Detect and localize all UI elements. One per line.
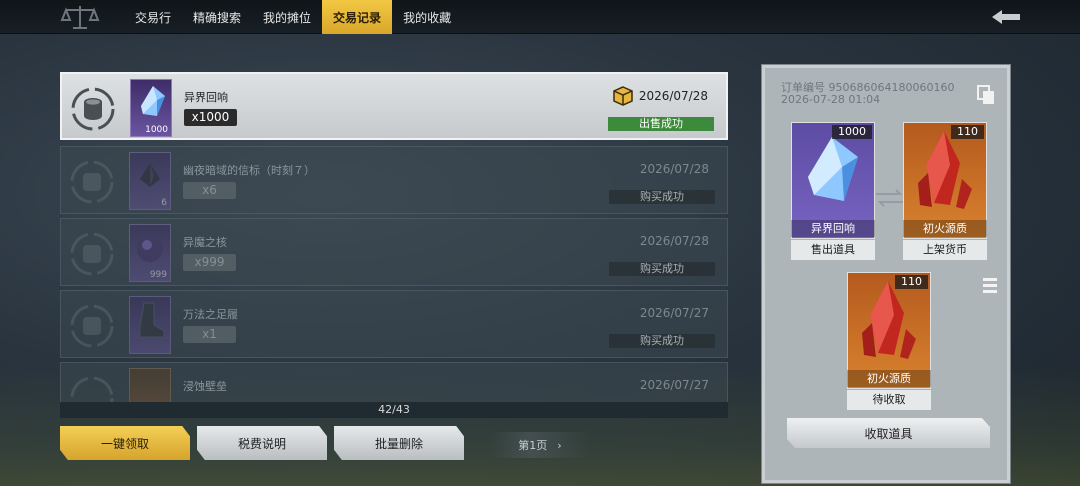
item-name: 异界回响	[184, 91, 228, 104]
item-thumbnail	[129, 296, 171, 354]
item-name: 初火源质	[847, 370, 931, 387]
item-count: x1	[183, 326, 236, 343]
record-date: 2026/07/28	[639, 234, 709, 248]
collect-all-button[interactable]: 一键领取	[60, 426, 190, 460]
item-thumbnail	[129, 368, 171, 402]
collect-item-button[interactable]: 收取道具	[787, 418, 990, 448]
scales-icon	[60, 6, 100, 29]
tab-bar: 交易行 精确搜索 我的摊位 交易记录 我的收藏	[124, 0, 462, 34]
item-name: 异界回响	[791, 220, 875, 237]
trade-record-list[interactable]: 1000 异界回响 x1000 2026/07/28 出售成功 6 幽夜暗域的信…	[60, 72, 728, 402]
item-name: 万法之足履	[183, 308, 238, 321]
item-count: x6	[183, 182, 236, 199]
record-row[interactable]: 999 异魔之核 x999 2026/07/28 购买成功	[60, 218, 728, 286]
sold-item-card: 1000 异界回响 售出道具	[791, 122, 875, 260]
tab-market[interactable]: 交易行	[124, 0, 182, 34]
thumb-quantity: 6	[161, 198, 167, 208]
thumb-quantity: 1000	[145, 125, 168, 135]
item-thumbnail: 1000	[130, 79, 172, 137]
tax-info-button[interactable]: 税费说明	[197, 426, 327, 460]
order-time: 2026-07-28 01:04	[781, 93, 881, 106]
item-name: 初火源质	[903, 220, 987, 237]
beacon-icon	[140, 163, 160, 187]
item-role: 待收取	[847, 390, 931, 410]
swap-arrows-icon	[876, 189, 904, 207]
item-quantity: 1000	[832, 125, 872, 139]
page-navigator[interactable]: 第1页 ›	[490, 432, 590, 458]
item-thumbnail: 999	[129, 224, 171, 282]
record-row[interactable]: 万法之足履 x1 2026/07/27 购买成功	[60, 290, 728, 358]
record-row[interactable]: 1000 异界回响 x1000 2026/07/28 出售成功	[60, 72, 728, 140]
package-box-icon	[613, 86, 633, 106]
coins-exchange-icon	[70, 304, 114, 348]
item-name: 幽夜暗域的信标（时刻７）	[183, 164, 315, 177]
pending-item-card: 110 初火源质 待收取	[847, 272, 931, 410]
chevron-right-icon[interactable]: ›	[557, 439, 561, 452]
item-thumbnail: 6	[129, 152, 171, 210]
order-info: 订单编号 950686064180060160 2026-07-28 01:04	[781, 82, 954, 106]
record-row[interactable]: 浸蚀壁垒 2026/07/27	[60, 362, 728, 402]
item-count: x999	[183, 254, 236, 271]
coins-exchange-icon	[70, 160, 114, 204]
result-badge: 出售成功	[608, 117, 714, 131]
record-date: 2026/07/27	[639, 378, 709, 392]
result-badge: 购买成功	[609, 262, 715, 276]
record-counter: 42/43	[60, 402, 728, 418]
crystal-icon	[141, 86, 165, 116]
back-arrow-icon[interactable]	[990, 8, 1022, 26]
thumb-quantity: 999	[149, 270, 167, 280]
item-role: 售出道具	[791, 240, 875, 260]
item-count: x1000	[184, 109, 237, 126]
item-name: 异魔之核	[183, 236, 227, 249]
tab-my-stall[interactable]: 我的摊位	[252, 0, 322, 34]
item-name: 浸蚀壁垒	[183, 380, 227, 393]
page-label: 第1页	[518, 439, 548, 452]
result-badge: 购买成功	[609, 334, 715, 348]
item-role: 上架货币	[903, 240, 987, 260]
record-date: 2026/07/28	[639, 162, 709, 176]
coins-exchange-icon	[70, 376, 114, 402]
item-quantity: 110	[951, 125, 984, 139]
order-detail-panel: 订单编号 950686064180060160 2026-07-28 01:04…	[762, 65, 1010, 483]
tab-my-favorites[interactable]: 我的收藏	[392, 0, 462, 34]
result-badge: 购买成功	[609, 190, 715, 204]
coins-exchange-icon	[71, 87, 115, 131]
copy-icon[interactable]	[977, 85, 995, 105]
record-date: 2026/07/28	[638, 89, 708, 103]
demon-core-icon	[137, 236, 163, 262]
boots-icon	[139, 302, 165, 338]
tab-trade-records[interactable]: 交易记录	[322, 0, 393, 34]
menu-icon[interactable]	[983, 277, 997, 293]
batch-delete-button[interactable]: 批量删除	[334, 426, 464, 460]
coins-exchange-icon	[70, 232, 114, 276]
record-date: 2026/07/27	[639, 306, 709, 320]
record-row[interactable]: 6 幽夜暗域的信标（时刻７） x6 2026/07/28 购买成功	[60, 146, 728, 214]
tab-precise-search[interactable]: 精确搜索	[182, 0, 252, 34]
item-quantity: 110	[895, 275, 928, 289]
top-nav-bar: 交易行 精确搜索 我的摊位 交易记录 我的收藏	[0, 0, 1080, 34]
listed-currency-card: 110 初火源质 上架货币	[903, 122, 987, 260]
